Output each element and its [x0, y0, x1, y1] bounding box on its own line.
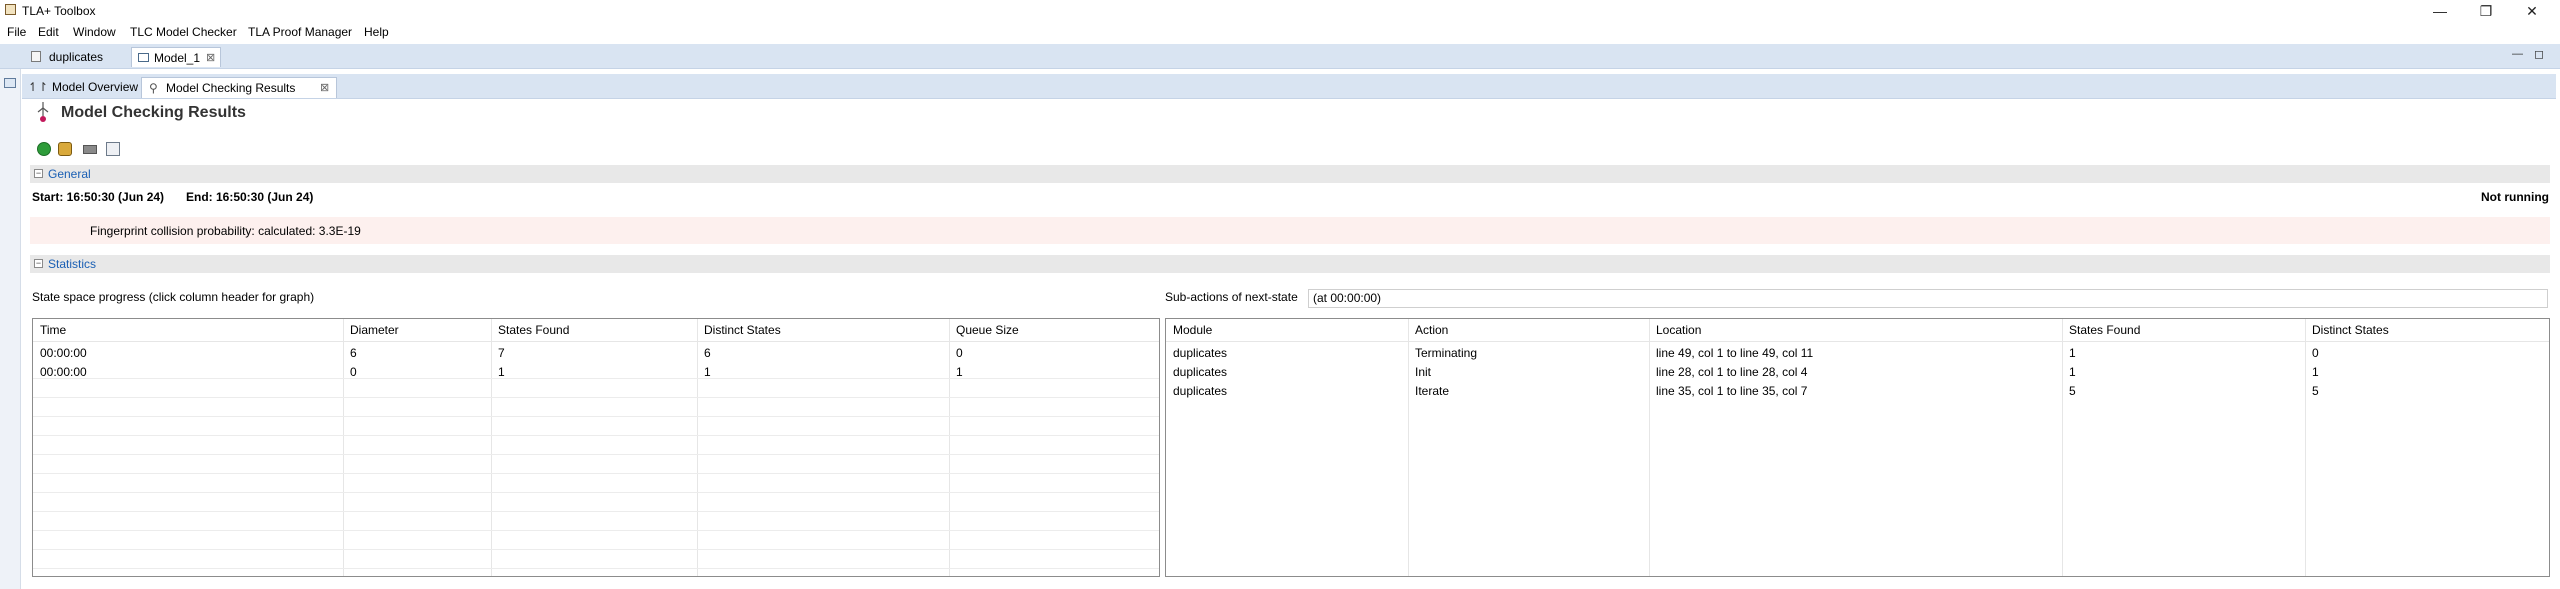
column-header-action[interactable]: Action — [1415, 323, 1448, 337]
cell-module: duplicates — [1173, 346, 1228, 360]
collapse-icon[interactable]: − — [34, 259, 43, 268]
tab-duplicates[interactable]: duplicates — [27, 47, 127, 67]
stop-tlc-icon[interactable] — [83, 145, 97, 154]
menu-tlc-model-checker[interactable]: TLC Model Checker — [130, 25, 237, 39]
cell-time: 00:00:00 — [40, 346, 87, 360]
maximize-icon[interactable]: ❐ — [2466, 2, 2506, 20]
results-heading-icon — [37, 102, 49, 122]
model-icon — [138, 53, 149, 62]
column-header-distinct-states[interactable]: Distinct States — [2312, 323, 2389, 337]
cell-distinct-states: 6 — [704, 346, 711, 360]
sub-actions-table[interactable]: Module Action Location States Found Dist… — [1165, 318, 2550, 577]
file-icon — [31, 51, 41, 62]
subactions-label: Sub-actions of next-state — [1165, 290, 1298, 304]
tab-label: duplicates — [49, 50, 104, 64]
cell-distinct-states: 0 — [2312, 346, 2319, 360]
cell-queue-size: 0 — [956, 346, 963, 360]
fingerprint-notice: Fingerprint collision probability: calcu… — [30, 217, 2550, 244]
cell-time: 00:00:00 — [40, 365, 87, 379]
close-tab-icon[interactable]: ⊠ — [320, 78, 329, 98]
page-tab-bar: ↿↾ Model Overview ⚲ Model Checking Resul… — [22, 74, 2556, 99]
tab-model-1[interactable]: Model_1 ⊠ — [131, 47, 221, 67]
general-section-header[interactable]: − General — [30, 165, 2550, 183]
column-header-states-found[interactable]: States Found — [2069, 323, 2140, 337]
minimize-editor-icon[interactable]: — — [2512, 48, 2523, 60]
run-tlc-icon[interactable] — [37, 142, 51, 156]
menu-tla-proof-manager[interactable]: TLA Proof Manager — [248, 25, 352, 39]
cell-action: Init — [1415, 365, 1432, 379]
cell-distinct-states: 5 — [2312, 384, 2319, 398]
subactions-time-field[interactable]: (at 00:00:00) — [1308, 289, 2548, 308]
start-time: Start: 16:50:30 (Jun 24) — [32, 190, 165, 204]
tla-toolbox-icon — [5, 4, 16, 15]
menu-edit[interactable]: Edit — [38, 25, 59, 39]
tab-label: Model_1 — [154, 51, 201, 65]
fingerprint-text: Fingerprint collision probability: calcu… — [90, 224, 361, 238]
state-space-progress-table[interactable]: Time Diameter States Found Distinct Stat… — [32, 318, 1160, 577]
cell-states-found: 1 — [2069, 365, 2076, 379]
statistics-section-header[interactable]: − Statistics — [30, 255, 2550, 273]
tab-model-overview[interactable]: ↿↾ Model Overview — [26, 77, 138, 98]
column-header-distinct-states[interactable]: Distinct States — [704, 323, 781, 337]
cell-module: duplicates — [1173, 365, 1228, 379]
report-icon[interactable] — [106, 142, 120, 156]
debug-tlc-icon[interactable] — [58, 142, 72, 156]
cell-queue-size: 1 — [956, 365, 963, 379]
column-header-queue-size[interactable]: Queue Size — [956, 323, 1019, 337]
results-icon: ⚲ — [149, 81, 158, 95]
statistics-section-title: Statistics — [48, 257, 97, 271]
cell-states-found: 5 — [2069, 384, 2076, 398]
cell-module: duplicates — [1173, 384, 1228, 398]
minimized-view-icon[interactable] — [4, 78, 16, 88]
cell-diameter: 0 — [350, 365, 357, 379]
left-trim-strip — [0, 44, 21, 589]
cell-distinct-states: 1 — [704, 365, 711, 379]
cell-action: Iterate — [1415, 384, 1450, 398]
window-title: TLA+ Toolbox — [22, 4, 96, 18]
cell-states-found: 7 — [498, 346, 505, 360]
tab-model-checking-results[interactable]: ⚲ Model Checking Results ⊠ — [141, 77, 337, 98]
general-section-title: General — [48, 167, 91, 181]
cell-location: line 28, col 1 to line 28, col 4 — [1656, 365, 1808, 379]
collapse-icon[interactable]: − — [34, 169, 43, 178]
end-time: End: 16:50:30 (Jun 24) — [186, 190, 314, 204]
cell-action: Terminating — [1415, 346, 1478, 360]
page-title: Model Checking Results — [61, 104, 246, 121]
maximize-editor-icon[interactable]: ◻ — [2534, 47, 2544, 61]
column-header-time[interactable]: Time — [40, 323, 66, 337]
column-header-module[interactable]: Module — [1173, 323, 1212, 337]
cell-location: line 49, col 1 to line 49, col 11 — [1656, 346, 1814, 360]
close-tab-icon[interactable]: ⊠ — [206, 48, 215, 68]
editor-tab-bar: duplicates Model_1 ⊠ — ◻ — [0, 44, 2560, 69]
menu-file[interactable]: File — [7, 25, 26, 39]
overview-icon: ↿↾ — [28, 80, 49, 94]
cell-location: line 35, col 1 to line 35, col 7 — [1656, 384, 1808, 398]
run-status: Not running — [2481, 190, 2549, 204]
close-icon[interactable]: ✕ — [2512, 2, 2552, 20]
minimize-icon[interactable]: — — [2420, 2, 2460, 20]
menu-window[interactable]: Window — [73, 25, 116, 39]
cell-diameter: 6 — [350, 346, 357, 360]
cell-distinct-states: 1 — [2312, 365, 2319, 379]
column-header-diameter[interactable]: Diameter — [350, 323, 399, 337]
title-bar: TLA+ Toolbox — ❐ ✕ — [0, 0, 2560, 22]
column-header-location[interactable]: Location — [1656, 323, 1701, 337]
tab-label: Model Checking Results — [166, 81, 296, 95]
tab-label: Model Overview — [52, 80, 139, 94]
column-header-states-found[interactable]: States Found — [498, 323, 569, 337]
menu-help[interactable]: Help — [364, 25, 389, 39]
cell-states-found: 1 — [498, 365, 505, 379]
table-header: Time Diameter States Found Distinct Stat… — [33, 319, 1159, 342]
table-header: Module Action Location States Found Dist… — [1166, 319, 2549, 342]
progress-label: State space progress (click column heade… — [32, 290, 315, 304]
cell-states-found: 1 — [2069, 346, 2076, 360]
